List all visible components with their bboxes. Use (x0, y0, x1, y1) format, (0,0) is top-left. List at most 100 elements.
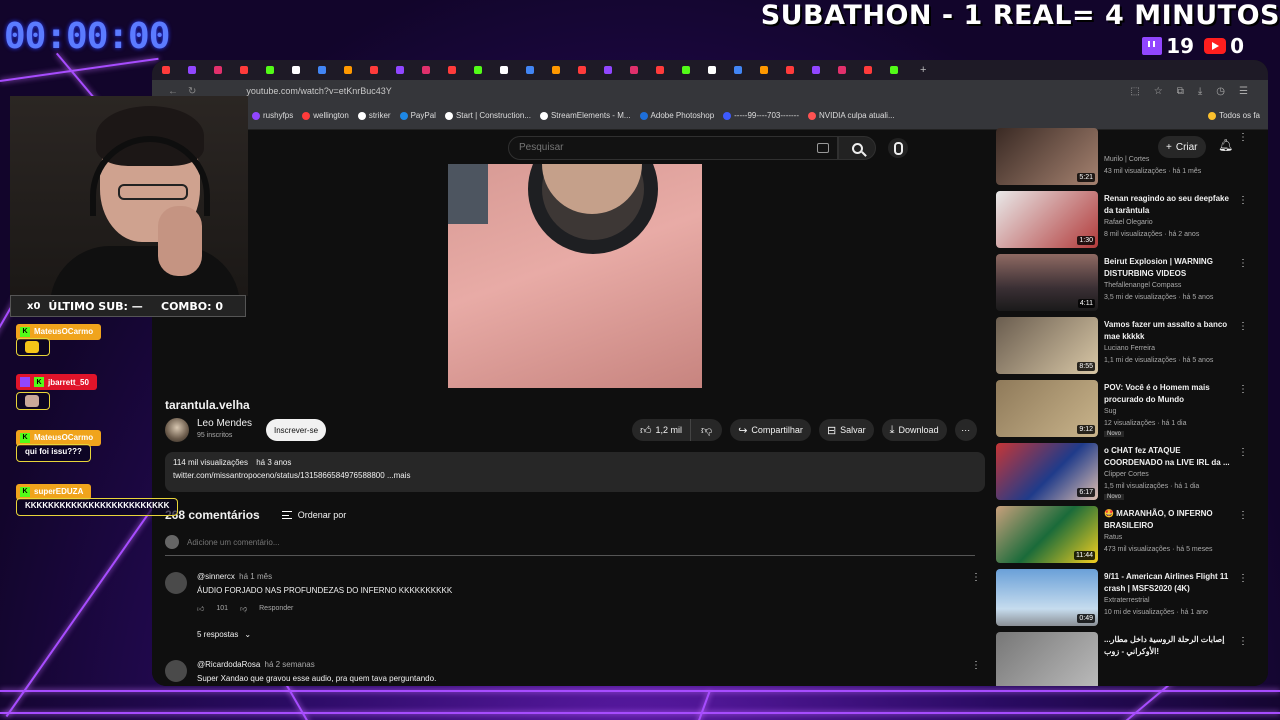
search-button[interactable] (838, 136, 876, 160)
download-icon[interactable]: ⤓ (1198, 86, 1202, 97)
bookmark-item[interactable]: PayPal (399, 111, 436, 120)
browser-tab[interactable] (188, 66, 210, 74)
browser-tab[interactable] (812, 66, 834, 74)
video-menu-icon[interactable]: ⋮ (1238, 384, 1248, 395)
search-input[interactable] (519, 142, 799, 153)
video-menu-icon[interactable]: ⋮ (1238, 573, 1248, 584)
bookmark-star-icon[interactable]: ☆ (1154, 86, 1163, 97)
channel-avatar[interactable] (165, 418, 189, 442)
recommended-video[interactable]: 1:30 Renan reagindo ao seu deepfake da ta… (996, 191, 1248, 249)
recommended-video[interactable]: 5:21 Murilo | Cortes 43 mil visualizações … (996, 128, 1248, 186)
browser-tab[interactable] (396, 66, 418, 74)
replies-toggle[interactable]: 5 respostas ⌄ (197, 630, 251, 639)
video-thumbnail[interactable]: 8:55 (996, 317, 1098, 374)
comment-input[interactable] (187, 537, 975, 547)
comment-author[interactable]: @RicardodaRosa (197, 660, 260, 669)
comment-like-icon[interactable]: 👍︎ (197, 604, 204, 613)
video-thumbnail[interactable]: 6:17 (996, 443, 1098, 500)
browser-tab[interactable] (162, 66, 184, 74)
video-menu-icon[interactable]: ⋮ (1238, 447, 1248, 458)
video-menu-icon[interactable]: ⋮ (1238, 510, 1248, 521)
bookmark-item[interactable]: Todos os fa (1208, 111, 1268, 120)
sort-button[interactable]: Ordenar por (281, 510, 346, 520)
browser-tab[interactable] (604, 66, 626, 74)
bookmark-item[interactable]: striker (357, 111, 391, 120)
description-link[interactable]: twitter.com/missantropoceno/status/13158… (173, 471, 385, 480)
more-actions-button[interactable]: ⋯ (954, 419, 977, 441)
browser-tab[interactable] (734, 66, 756, 74)
video-channel[interactable]: Luciano Ferreira (1104, 345, 1155, 352)
bookmark-item[interactable]: rushyfps (252, 111, 293, 120)
install-icon[interactable]: ⬚ (1130, 86, 1139, 97)
browser-tab[interactable] (370, 66, 392, 74)
show-more-link[interactable]: ...mais (387, 471, 411, 480)
recommended-video[interactable]: 9:12 POV: Você é o Homem mais procurado d… (996, 380, 1248, 438)
video-menu-icon[interactable]: ⋮ (1238, 195, 1248, 206)
history-icon[interactable]: ◷ (1216, 86, 1225, 97)
browser-tab[interactable] (448, 66, 470, 74)
browser-tab[interactable] (864, 66, 886, 74)
save-button[interactable]: ⊟ Salvar (818, 419, 874, 441)
video-thumbnail[interactable] (996, 632, 1098, 686)
video-menu-icon[interactable]: ⋮ (1238, 258, 1248, 269)
menu-icon[interactable]: ☰ (1239, 86, 1248, 97)
new-tab-button[interactable]: + (920, 64, 926, 76)
video-channel[interactable]: Extraterrestrial (1104, 597, 1150, 604)
recommended-video[interactable]: 6:17 o CHAT fez ATAQUE COORDENADO na LIVE… (996, 443, 1248, 501)
extensions-icon[interactable]: ⧉ (1177, 86, 1184, 97)
browser-tab[interactable] (318, 66, 340, 74)
video-thumbnail[interactable]: 1:30 (996, 191, 1098, 248)
dislike-button[interactable]: 👎︎ (691, 419, 723, 441)
bookmark-item[interactable]: Start | Construction... (444, 111, 531, 120)
video-thumbnail[interactable]: 0:49 (996, 569, 1098, 626)
browser-tab[interactable] (344, 66, 366, 74)
comment-menu-icon[interactable]: ⋮ (971, 572, 981, 583)
comment-dislike-icon[interactable]: 👎︎ (240, 604, 247, 613)
back-icon[interactable]: ← (168, 86, 178, 97)
browser-tab[interactable] (630, 66, 652, 74)
bookmark-item[interactable]: wellington (302, 111, 349, 120)
search-box[interactable] (508, 136, 838, 160)
video-channel[interactable]: Thefallenangel Compass (1104, 282, 1181, 289)
video-thumbnail[interactable]: 11:44 (996, 506, 1098, 563)
add-comment[interactable] (165, 535, 975, 556)
browser-tab[interactable] (786, 66, 808, 74)
video-channel[interactable]: Sug (1104, 408, 1116, 415)
channel-name[interactable]: Leo Mendes (197, 418, 252, 429)
video-channel[interactable]: Ratus (1104, 534, 1122, 541)
like-button[interactable]: 👍︎ 1,2 mil (632, 419, 692, 441)
recommended-video[interactable]: إصابات الرحلة الروسية داخل مطار... الأوك… (996, 632, 1248, 686)
bookmark-item[interactable]: -----99----703------- (723, 111, 799, 120)
bookmark-item[interactable]: NVIDIA culpa atuali... (808, 111, 895, 120)
browser-tab[interactable] (266, 66, 288, 74)
recommended-video[interactable]: 8:55 Vamos fazer um assalto a banco mae k… (996, 317, 1248, 375)
browser-tab[interactable] (760, 66, 782, 74)
browser-tab[interactable] (708, 66, 730, 74)
browser-tab[interactable] (578, 66, 600, 74)
browser-tab[interactable] (890, 66, 912, 74)
download-button[interactable]: ⤓ Download (881, 419, 947, 441)
reply-button[interactable]: Responder (259, 605, 293, 612)
voice-search-button[interactable] (888, 138, 908, 158)
video-channel[interactable]: Clipper Cortes (1104, 471, 1149, 478)
description-box[interactable]: 114 mil visualizações há 3 anos twitter.… (165, 452, 985, 492)
comment-avatar[interactable] (165, 660, 187, 682)
comment-avatar[interactable] (165, 572, 187, 594)
video-channel[interactable]: Murilo | Cortes (1104, 156, 1149, 163)
recommended-video[interactable]: 0:49 9/11 - American Airlines Flight 11 c… (996, 569, 1248, 627)
video-thumbnail[interactable]: 5:21 (996, 128, 1098, 185)
browser-tab[interactable] (474, 66, 496, 74)
browser-tab[interactable] (656, 66, 678, 74)
browser-tab[interactable] (682, 66, 704, 74)
browser-tab[interactable] (422, 66, 444, 74)
video-menu-icon[interactable]: ⋮ (1238, 321, 1248, 332)
video-thumbnail[interactable]: 9:12 (996, 380, 1098, 437)
video-menu-icon[interactable]: ⋮ (1238, 132, 1248, 143)
browser-tab[interactable] (240, 66, 262, 74)
reload-icon[interactable]: ↻ (188, 86, 196, 97)
browser-tab[interactable] (292, 66, 314, 74)
recommended-video[interactable]: 11:44 🤩 MARANHÃO, O INFERNO BRASILEIRO Rat… (996, 506, 1248, 564)
recommended-video[interactable]: 4:11 Beirut Explosion | WARNING DISTURBIN… (996, 254, 1248, 312)
comment-author[interactable]: @sinnercx (197, 572, 235, 581)
url-field[interactable]: youtube.com/watch?v=etKnrBuc43Y (246, 86, 391, 96)
